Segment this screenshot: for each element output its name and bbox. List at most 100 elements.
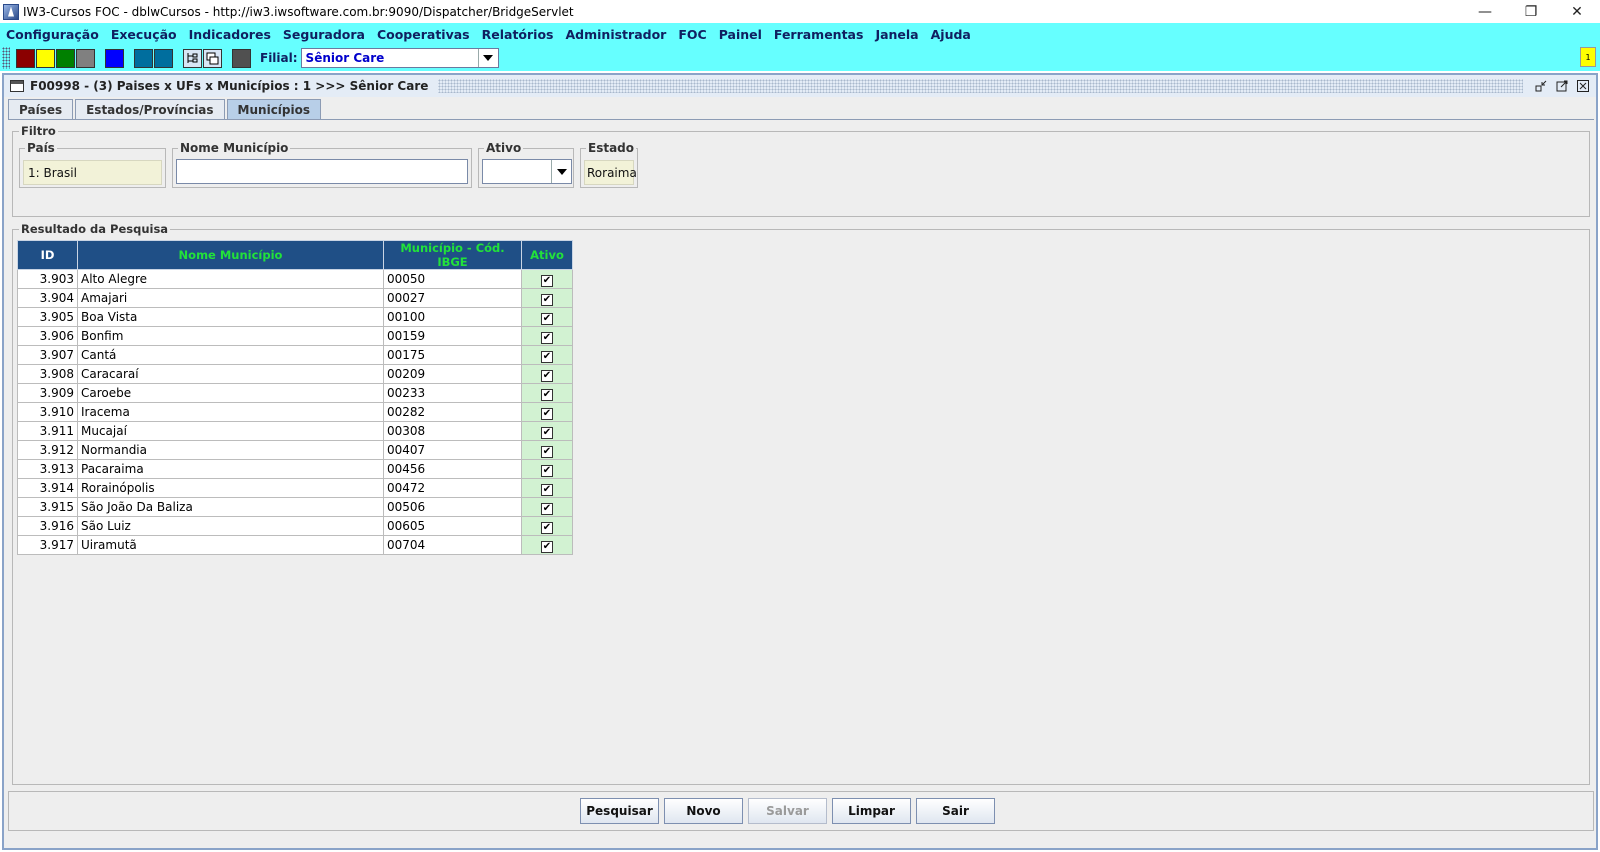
menu-item-11[interactable]: Ajuda xyxy=(925,27,977,42)
column-header-id[interactable]: ID xyxy=(17,240,78,270)
table-row[interactable]: 3.903 Alto Alegre 00050 ✔ xyxy=(17,269,573,289)
cell-ativo[interactable]: ✔ xyxy=(521,535,573,555)
chevron-down-icon[interactable] xyxy=(551,160,571,183)
table-row[interactable]: 3.910 Iracema 00282 ✔ xyxy=(17,402,573,422)
menu-item-4[interactable]: Cooperativas xyxy=(371,27,476,42)
cell-ibge[interactable]: 00308 xyxy=(383,421,522,441)
table-row[interactable]: 3.915 São João Da Baliza 00506 ✔ xyxy=(17,497,573,517)
cell-nome[interactable]: Rorainópolis xyxy=(77,478,384,498)
cell-ativo[interactable]: ✔ xyxy=(521,421,573,441)
color-button-dark[interactable] xyxy=(232,48,251,68)
limpar-button[interactable]: Limpar xyxy=(832,798,911,824)
table-row[interactable]: 3.916 São Luiz 00605 ✔ xyxy=(17,516,573,536)
chevron-down-icon[interactable] xyxy=(477,49,498,67)
cell-id[interactable]: 3.914 xyxy=(17,478,78,498)
cell-nome[interactable]: Cantá xyxy=(77,345,384,365)
minimize-button[interactable]: — xyxy=(1462,0,1508,23)
cell-id[interactable]: 3.904 xyxy=(17,288,78,308)
table-row[interactable]: 3.904 Amajari 00027 ✔ xyxy=(17,288,573,308)
cell-nome[interactable]: Alto Alegre xyxy=(77,269,384,289)
table-row[interactable]: 3.917 Uiramutã 00704 ✔ xyxy=(17,535,573,555)
cell-id[interactable]: 3.911 xyxy=(17,421,78,441)
table-row[interactable]: 3.911 Mucajaí 00308 ✔ xyxy=(17,421,573,441)
novo-button[interactable]: Novo xyxy=(664,798,743,824)
cell-id[interactable]: 3.905 xyxy=(17,307,78,327)
table-row[interactable]: 3.912 Normandia 00407 ✔ xyxy=(17,440,573,460)
cell-ativo[interactable]: ✔ xyxy=(521,345,573,365)
cell-ativo[interactable]: ✔ xyxy=(521,288,573,308)
color-button-teal-1[interactable] xyxy=(134,48,153,68)
color-button-yellow[interactable] xyxy=(36,48,55,68)
color-button-gray[interactable] xyxy=(76,48,95,68)
cell-nome[interactable]: Iracema xyxy=(77,402,384,422)
tab-1[interactable]: Estados/Províncias xyxy=(75,99,225,119)
cell-ativo[interactable]: ✔ xyxy=(521,497,573,517)
cell-nome[interactable]: Bonfim xyxy=(77,326,384,346)
table-row[interactable]: 3.913 Pacaraima 00456 ✔ xyxy=(17,459,573,479)
cell-ibge[interactable]: 00605 xyxy=(383,516,522,536)
sair-button[interactable]: Sair xyxy=(916,798,995,824)
menu-item-1[interactable]: Execução xyxy=(105,27,183,42)
pesquisar-button[interactable]: Pesquisar xyxy=(580,798,659,824)
cell-ibge[interactable]: 00472 xyxy=(383,478,522,498)
tab-2[interactable]: Municípios xyxy=(226,99,322,119)
color-button-green[interactable] xyxy=(56,48,75,68)
table-row[interactable]: 3.905 Boa Vista 00100 ✔ xyxy=(17,307,573,327)
menu-item-9[interactable]: Ferramentas xyxy=(768,27,870,42)
menu-item-8[interactable]: Painel xyxy=(713,27,768,42)
cell-nome[interactable]: Boa Vista xyxy=(77,307,384,327)
cell-ibge[interactable]: 00209 xyxy=(383,364,522,384)
cell-ativo[interactable]: ✔ xyxy=(521,269,573,289)
table-row[interactable]: 3.908 Caracaraí 00209 ✔ xyxy=(17,364,573,384)
ativo-checkbox[interactable]: ✔ xyxy=(541,521,553,534)
tree-view-icon[interactable] xyxy=(183,48,202,68)
maximize-frame-icon[interactable] xyxy=(1554,79,1570,93)
column-header-nome[interactable]: Nome Município xyxy=(77,240,384,270)
cell-id[interactable]: 3.916 xyxy=(17,516,78,536)
cell-ibge[interactable]: 00233 xyxy=(383,383,522,403)
cell-id[interactable]: 3.910 xyxy=(17,402,78,422)
close-button[interactable]: ✕ xyxy=(1554,0,1600,23)
cell-ativo[interactable]: ✔ xyxy=(521,364,573,384)
cell-ibge[interactable]: 00456 xyxy=(383,459,522,479)
cell-ibge[interactable]: 00506 xyxy=(383,497,522,517)
cell-ibge[interactable]: 00407 xyxy=(383,440,522,460)
cell-nome[interactable]: São João Da Baliza xyxy=(77,497,384,517)
ativo-checkbox[interactable]: ✔ xyxy=(541,502,553,515)
ativo-checkbox[interactable]: ✔ xyxy=(541,540,553,553)
cell-ibge[interactable]: 00704 xyxy=(383,535,522,555)
menu-item-3[interactable]: Seguradora xyxy=(277,27,371,42)
cell-ibge[interactable]: 00159 xyxy=(383,326,522,346)
table-row[interactable]: 3.914 Rorainópolis 00472 ✔ xyxy=(17,478,573,498)
cell-id[interactable]: 3.903 xyxy=(17,269,78,289)
cell-nome[interactable]: Uiramutã xyxy=(77,535,384,555)
cell-ativo[interactable]: ✔ xyxy=(521,326,573,346)
table-row[interactable]: 3.907 Cantá 00175 ✔ xyxy=(17,345,573,365)
cell-id[interactable]: 3.913 xyxy=(17,459,78,479)
menu-item-2[interactable]: Indicadores xyxy=(183,27,277,42)
cell-ibge[interactable]: 00027 xyxy=(383,288,522,308)
cell-ibge[interactable]: 00100 xyxy=(383,307,522,327)
color-button-teal-2[interactable] xyxy=(154,48,173,68)
column-header-ibge[interactable]: Município - Cód. IBGE xyxy=(383,240,522,270)
cell-ativo[interactable]: ✔ xyxy=(521,440,573,460)
cell-id[interactable]: 3.915 xyxy=(17,497,78,517)
cell-ativo[interactable]: ✔ xyxy=(521,402,573,422)
menu-item-6[interactable]: Administrador xyxy=(560,27,673,42)
maximize-button[interactable]: ❐ xyxy=(1508,0,1554,23)
cell-nome[interactable]: Mucajaí xyxy=(77,421,384,441)
notification-badge[interactable]: 1 xyxy=(1580,47,1596,67)
ativo-checkbox[interactable]: ✔ xyxy=(541,293,553,306)
cell-ibge[interactable]: 00175 xyxy=(383,345,522,365)
cell-id[interactable]: 3.908 xyxy=(17,364,78,384)
menu-item-5[interactable]: Relatórios xyxy=(476,27,560,42)
ativo-checkbox[interactable]: ✔ xyxy=(541,388,553,401)
cell-ativo[interactable]: ✔ xyxy=(521,459,573,479)
menu-item-10[interactable]: Janela xyxy=(869,27,924,42)
minimize-frame-icon[interactable] xyxy=(1533,79,1549,93)
color-button-blue[interactable] xyxy=(105,48,124,68)
cell-id[interactable]: 3.906 xyxy=(17,326,78,346)
cell-ativo[interactable]: ✔ xyxy=(521,383,573,403)
ativo-checkbox[interactable]: ✔ xyxy=(541,312,553,325)
table-row[interactable]: 3.909 Caroebe 00233 ✔ xyxy=(17,383,573,403)
